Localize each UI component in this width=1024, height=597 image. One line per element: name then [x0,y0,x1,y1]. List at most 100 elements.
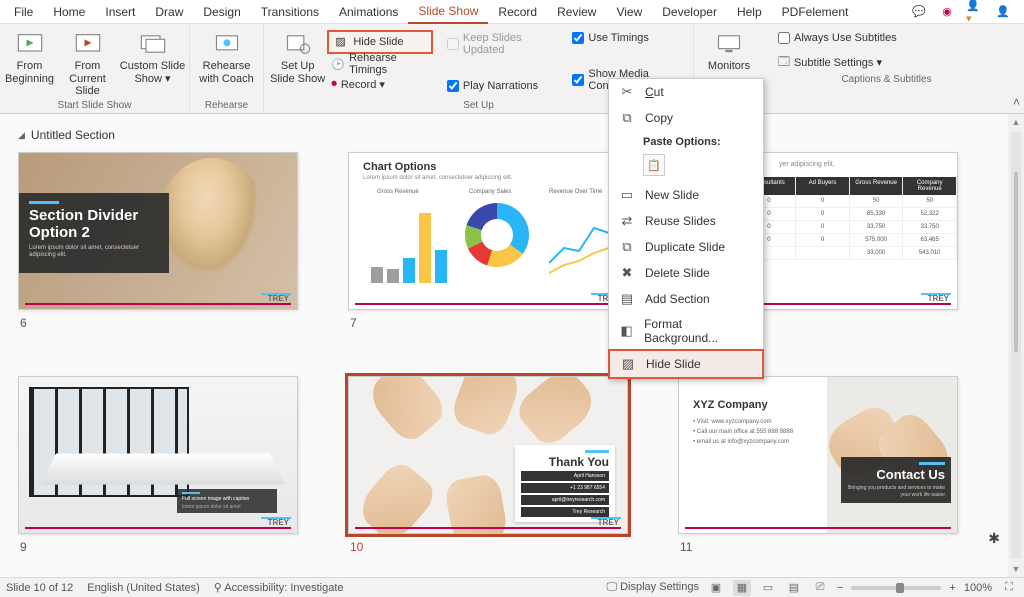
tab-view[interactable]: View [606,1,652,23]
tab-developer[interactable]: Developer [652,1,727,23]
hide-slide-icon: ▨ [335,35,349,49]
cm-add-section-label: Add Section [645,292,710,306]
cm-add-section[interactable]: ▤ Add Section [609,286,763,312]
cm-new-slide[interactable]: ▭ New Slide [609,182,763,208]
fit-to-window-button[interactable]: ⛶ [1000,580,1018,596]
rehearse-coach-button[interactable]: Rehearse with Coach [196,28,258,98]
account-icon[interactable]: 👤 [994,4,1012,20]
tab-animations[interactable]: Animations [329,1,408,23]
keep-updated-checkbox[interactable]: Keep Slides Updated [443,30,561,58]
view-normal-button[interactable]: ▣ [707,580,725,596]
contact-us-sub: Bringing you products and services to ma… [847,485,945,498]
contact-phone: • Call our main office at 555 888 8888 [693,429,793,435]
brand-label: TREY [598,518,619,527]
tab-file[interactable]: File [4,1,43,23]
brand-label: TREY [928,294,949,303]
slide-sorter-view[interactable]: ◢ Untitled Section Section Divider Optio… [0,114,1024,577]
view-slideshow-button[interactable]: ▤ [785,580,803,596]
play-from-start-icon [16,32,44,56]
accessibility-icon: ⚲ [214,582,222,594]
brand-label: TREY [268,518,289,527]
tab-home[interactable]: Home [43,1,95,23]
zoom-in-button[interactable]: + [949,582,955,594]
tab-insert[interactable]: Insert [95,1,145,23]
tab-slideshow[interactable]: Slide Show [408,0,488,24]
record-menu-button[interactable]: ⏺ Record ▾ [327,74,433,94]
contact-company: Trey Research [521,507,609,517]
cm-duplicate-slide[interactable]: ⧉ Duplicate Slide [609,234,763,260]
display-settings-button[interactable]: 🖵 Display Settings [606,581,699,594]
slide-11[interactable]: XYZ Company • Visit: www.xyzcompany.com … [678,376,958,560]
copy-icon: ⧉ [619,110,635,126]
always-subtitles-checkbox[interactable]: Always Use Subtitles [774,30,901,46]
cm-paste-option[interactable]: 📋 [643,154,665,176]
scroll-up-arrow[interactable]: ▲ [1008,114,1024,130]
zoom-level[interactable]: 100% [964,582,992,594]
slide-count[interactable]: Slide 10 of 12 [6,582,73,594]
scroll-down-arrow[interactable]: ▼ [1008,561,1024,577]
slide-6[interactable]: Section Divider Option 2 Lorem ipsum dol… [18,152,298,336]
use-timings-checkbox[interactable]: Use Timings [568,30,687,46]
slide-number: 7 [348,310,628,336]
language-status[interactable]: English (United States) [87,582,200,594]
collapse-ribbon-button[interactable]: ˄ [1009,91,1024,113]
cm-cut[interactable]: ✂ Cut [609,79,763,105]
share-icon[interactable]: 👤▾ [966,4,984,20]
section-header[interactable]: ◢ Untitled Section [18,122,1006,152]
comments-icon[interactable]: 💬 [910,4,928,20]
tab-record[interactable]: Record [488,1,547,23]
vertical-scrollbar[interactable]: ▲ ▼ [1008,114,1024,577]
delete-icon: ✖ [619,265,635,281]
from-beginning-button[interactable]: From Beginning [2,28,58,98]
cm-delete-label: Delete Slide [645,266,710,280]
hide-slide-label: Hide Slide [353,36,403,48]
custom-show-icon [139,32,167,56]
person-photo-placeholder [157,158,267,288]
section-collapse-icon[interactable]: ◢ [18,130,25,141]
view-notes-button[interactable]: ⎚ [811,580,829,596]
hide-slide-button[interactable]: ▨ Hide Slide [331,32,407,52]
use-timings-label: Use Timings [588,32,649,44]
tab-help[interactable]: Help [727,1,772,23]
slide-number: 9 [18,534,298,560]
subtitle-settings-button[interactable]: 🗔 Subtitle Settings ▾ [774,52,901,72]
tab-pdfelement[interactable]: PDFelement [772,1,859,23]
custom-show-button[interactable]: Custom Slide Show ▾ [118,28,188,98]
cm-delete-slide[interactable]: ✖ Delete Slide [609,260,763,286]
play-narrations-checkbox[interactable]: Play Narrations [443,78,561,94]
brand-label: TREY [268,294,289,303]
view-sorter-button[interactable]: ▦ [733,580,751,596]
duplicate-icon: ⧉ [619,239,635,255]
ribbon: From Beginning From Current Slide Custom… [0,24,1024,114]
slide-10[interactable]: Thank You April Hansson +1 23 987 6554 a… [348,376,628,560]
zoom-slider[interactable] [851,586,941,590]
view-reading-button[interactable]: ▭ [759,580,777,596]
scroll-thumb[interactable] [1014,172,1018,352]
slide-9[interactable]: Full screen image with caption lorem ips… [18,376,298,560]
cm-copy[interactable]: ⧉ Copy [609,105,763,131]
slide-7[interactable]: Chart Options Lorem ipsum dolor sit amet… [348,152,628,336]
accessibility-status[interactable]: ⚲ Accessibility: Investigate [214,581,344,594]
tab-design[interactable]: Design [193,1,250,23]
monitors-label: Monitors [708,60,750,73]
group-rehearse-label: Rehearse [196,98,257,111]
slide11-title: XYZ Company [693,399,768,411]
cm-format-background[interactable]: ◧ Format Background... [609,312,763,350]
tab-review[interactable]: Review [547,1,606,23]
play-narrations-label: Play Narrations [463,80,538,92]
contact-email: • email us at info@xyzcompany.com [693,439,789,445]
setup-show-button[interactable]: Set Up Slide Show [270,28,325,98]
cm-reuse-slides[interactable]: ⇄ Reuse Slides [609,208,763,234]
chart-label-2: Company Sales [469,189,511,195]
tab-transitions[interactable]: Transitions [251,1,329,23]
contact-us-title: Contact Us [847,467,945,482]
from-current-button[interactable]: From Current Slide [60,28,116,98]
tab-draw[interactable]: Draw [145,1,193,23]
monitor-icon [715,32,743,56]
zoom-out-button[interactable]: − [837,582,843,594]
slide8-title-frag: yer adipiscing elit, [779,161,835,168]
cm-hide-slide[interactable]: ▨ Hide Slide [608,349,764,379]
caption-text: lorem ipsum dolor sit amet [182,504,272,510]
record-dot-icon[interactable]: ◉ [938,4,956,20]
rehearse-timings-button[interactable]: 🕑 Rehearse Timings [327,54,433,74]
